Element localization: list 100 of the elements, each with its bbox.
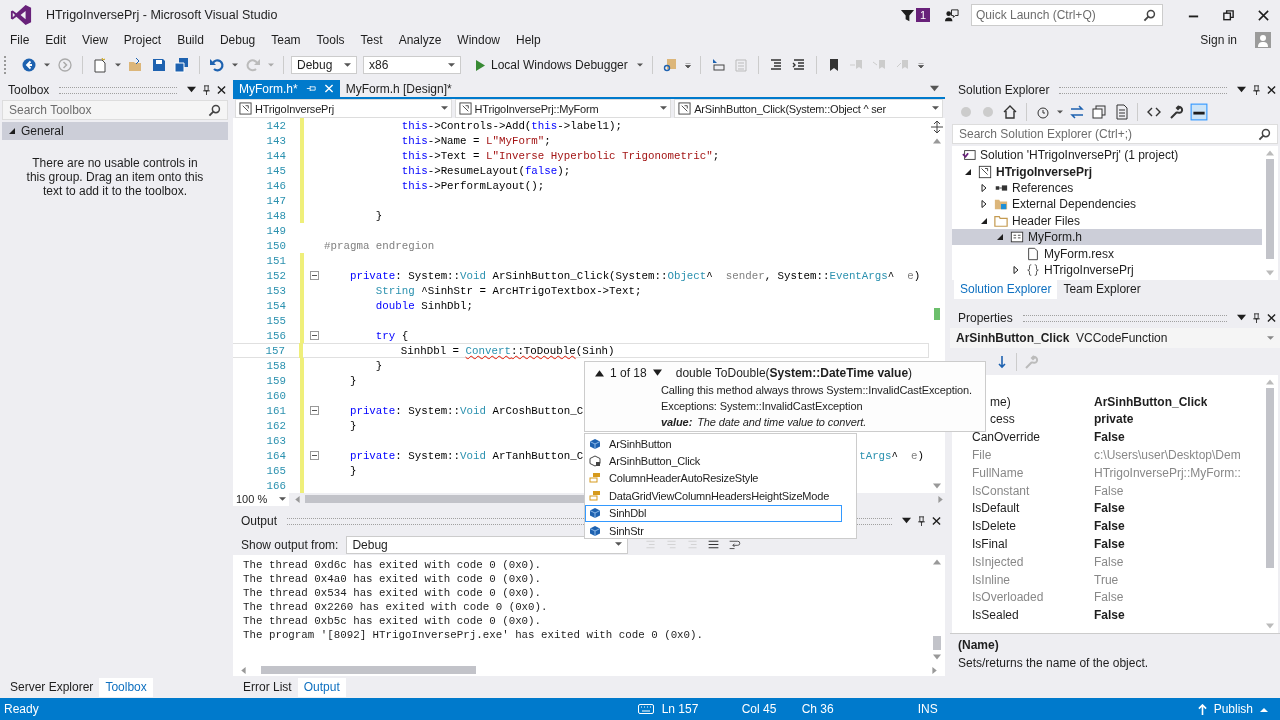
tree-item[interactable]: Solution 'HTrigoInversePrj' (1 project) xyxy=(952,147,1262,164)
menu-item[interactable]: Window xyxy=(449,33,508,47)
panel-tab[interactable]: Toolbox xyxy=(99,678,153,697)
menu-item[interactable]: Tools xyxy=(308,33,353,47)
scrollbar-thumb[interactable] xyxy=(305,495,585,503)
quick-launch-field[interactable]: Quick Launch (Ctrl+Q) xyxy=(971,4,1163,26)
scrollbar-thumb[interactable] xyxy=(1266,388,1274,568)
account-icon[interactable] xyxy=(1255,32,1271,48)
scroll-down-icon[interactable] xyxy=(933,483,941,490)
property-value[interactable]: False xyxy=(1094,537,1125,552)
tree-item[interactable]: MyForm.h xyxy=(952,228,1262,246)
output-source-dropdown[interactable]: Debug xyxy=(346,535,629,554)
expand-arrow-icon[interactable] xyxy=(1012,265,1020,274)
scroll-right-icon[interactable] xyxy=(931,666,939,674)
close-icon[interactable] xyxy=(1267,313,1276,323)
dropdown-arrow-icon[interactable] xyxy=(1237,313,1246,323)
find-in-files-icon[interactable] xyxy=(661,57,678,73)
property-value[interactable]: False xyxy=(1094,608,1125,623)
dropdown-arrow-icon[interactable] xyxy=(902,516,911,526)
search-field[interactable]: Search Toolbox xyxy=(9,101,208,119)
scrollbar-thumb[interactable] xyxy=(261,666,476,674)
search-icon[interactable] xyxy=(208,103,221,117)
overflow-icon[interactable] xyxy=(684,62,691,68)
property-value[interactable]: False xyxy=(1094,554,1124,569)
expand-arrow-icon[interactable] xyxy=(980,216,988,225)
completion-item[interactable]: ArSinhButton xyxy=(585,435,842,453)
panel-tab[interactable]: Solution Explorer xyxy=(954,280,1058,299)
property-value[interactable]: False xyxy=(1094,483,1124,498)
close-button[interactable] xyxy=(1257,8,1270,22)
wrench-icon[interactable] xyxy=(1168,104,1184,120)
property-value[interactable]: False xyxy=(1094,519,1125,534)
panel-tab[interactable]: Output xyxy=(297,678,346,697)
split-icon[interactable] xyxy=(931,121,943,133)
search-field[interactable]: Search Solution Explorer (Ctrl+;) xyxy=(959,125,1258,143)
clear-all-icon[interactable] xyxy=(707,538,721,551)
panel-tab[interactable]: Error List xyxy=(237,678,298,697)
restore-button[interactable] xyxy=(1222,8,1235,22)
pin-icon[interactable] xyxy=(917,516,926,526)
expand-arrow-icon[interactable] xyxy=(980,183,988,192)
quick-launch-field[interactable]: Quick Launch (Ctrl+Q) xyxy=(976,5,1143,25)
dropdown-arrow-icon[interactable] xyxy=(636,62,643,68)
pin-icon[interactable] xyxy=(202,85,211,95)
scroll-down-icon[interactable] xyxy=(933,654,941,661)
property-value[interactable]: private xyxy=(1094,412,1134,427)
word-wrap-icon[interactable] xyxy=(728,538,742,551)
property-value[interactable]: False xyxy=(1094,430,1125,445)
property-value[interactable]: False xyxy=(1094,501,1125,516)
save-icon[interactable] xyxy=(151,57,167,73)
panel-tab[interactable]: Team Explorer xyxy=(1057,280,1147,299)
menu-item[interactable]: File xyxy=(2,33,38,47)
property-value[interactable]: ArSinhButton_Click xyxy=(1094,394,1208,409)
save-all-icon[interactable] xyxy=(174,57,190,73)
pin-icon[interactable] xyxy=(1252,85,1261,95)
next-overload-icon[interactable] xyxy=(652,369,662,377)
collapse-icon[interactable] xyxy=(309,271,319,280)
scrollbar-thumb[interactable] xyxy=(933,636,941,650)
home-icon[interactable] xyxy=(1002,104,1018,120)
menu-item[interactable]: Team xyxy=(263,33,309,47)
scroll-left-icon[interactable] xyxy=(239,666,247,674)
back-icon[interactable] xyxy=(21,57,37,73)
menu-item[interactable]: Build xyxy=(169,33,212,47)
dropdown-arrow-icon[interactable] xyxy=(44,62,50,68)
dropdown-arrow-icon[interactable] xyxy=(930,83,939,94)
search-icon[interactable] xyxy=(1258,127,1271,141)
completion-item[interactable]: SinhDbl xyxy=(585,504,842,522)
overflow-icon[interactable] xyxy=(917,62,924,68)
dropdown-arrow-icon[interactable] xyxy=(1057,109,1063,115)
publish-button[interactable]: Publish xyxy=(1197,702,1280,716)
close-icon[interactable] xyxy=(217,85,226,95)
property-value[interactable]: HTrigoInversePrj::MyForm:: xyxy=(1094,465,1241,480)
filter-icon[interactable] xyxy=(899,7,915,23)
property-value[interactable]: False xyxy=(1094,590,1124,605)
completion-item[interactable]: DataGridViewColumnHeadersHeightSizeMode xyxy=(585,487,842,505)
menu-item[interactable]: Project xyxy=(115,33,170,47)
collapse-icon[interactable] xyxy=(309,406,319,415)
sync-icon[interactable] xyxy=(1069,104,1085,120)
new-project-icon[interactable] xyxy=(92,57,108,73)
dropdown-arrow-icon[interactable] xyxy=(115,62,121,68)
close-icon[interactable] xyxy=(932,516,941,526)
menu-item[interactable]: Edit xyxy=(37,33,75,47)
preview-toggle-icon[interactable] xyxy=(1190,103,1208,121)
close-icon[interactable] xyxy=(1267,85,1276,95)
tree-item[interactable]: HTrigoInversePrj xyxy=(952,163,1262,180)
zoom-dropdown[interactable]: 100 % xyxy=(233,492,289,506)
scrollbar-thumb[interactable] xyxy=(1266,159,1274,259)
completion-item[interactable]: ArSinhButton_Click xyxy=(585,452,842,470)
navigation-dropdown[interactable]: HTrigoInversePrj::MyForm xyxy=(454,99,672,118)
search-icon[interactable] xyxy=(1143,8,1156,22)
collapse-all-icon[interactable] xyxy=(1091,104,1107,120)
open-folder-icon[interactable] xyxy=(128,57,144,73)
object-dropdown[interactable]: ArSinhButton_Click VCCodeFunction xyxy=(950,328,1280,348)
search-field[interactable]: Search Solution Explorer (Ctrl+;) xyxy=(952,124,1278,144)
property-value[interactable]: c:\Users\user\Desktop\Dem xyxy=(1094,448,1241,463)
menu-item[interactable]: Help xyxy=(508,33,549,47)
start-debugging-button[interactable]: Local Windows Debugger xyxy=(472,58,632,72)
tree-item[interactable]: HTrigoInversePrj xyxy=(952,261,1262,279)
menu-item[interactable]: Debug xyxy=(211,33,264,47)
search-field[interactable]: Search Toolbox xyxy=(2,100,228,120)
collapse-icon[interactable] xyxy=(309,331,319,340)
navigation-dropdown[interactable]: HTrigoInversePrj xyxy=(235,99,452,118)
